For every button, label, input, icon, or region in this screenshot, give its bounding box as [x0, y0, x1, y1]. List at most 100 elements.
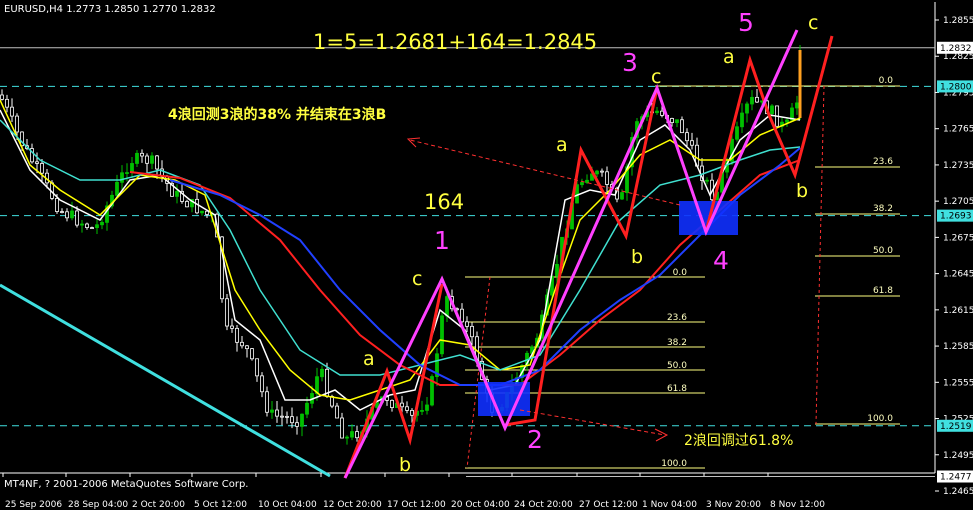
candle-body [155, 155, 159, 170]
time-tick-label: 5 Oct 12:00 [194, 500, 247, 510]
wave3-sub-b-label: b [631, 246, 644, 268]
wave1-sub-b-label: b [399, 454, 412, 476]
wave5-sub-a-label: a [723, 46, 735, 68]
candle-body [240, 341, 244, 347]
candle-body [55, 198, 59, 212]
candle-body [595, 170, 599, 175]
fib-right-label: 38.2 [873, 204, 893, 214]
wave-2-label: 2 [527, 425, 543, 454]
wave5-sub-b-label: b [796, 180, 809, 202]
candle-body [320, 368, 324, 378]
time-tick-label: 8 Nov 12:00 [770, 500, 825, 510]
price-chart[interactable]: 1.28551.28251.27951.27651.27351.27051.26… [0, 0, 973, 510]
candle-body [620, 192, 624, 200]
price-marker-label: 1.2693 [940, 212, 972, 222]
candle-body [10, 106, 14, 117]
candle-body [750, 96, 754, 105]
candle-body [80, 223, 84, 226]
fib-right-label: 50.0 [873, 246, 893, 256]
candle-body [680, 119, 684, 134]
candle-body [305, 402, 309, 415]
time-tick-label: 24 Oct 20:00 [514, 500, 573, 510]
candle-body [75, 210, 79, 226]
price-tick-label: 1.2645 [943, 270, 973, 280]
time-tick-label: 27 Oct 12:00 [579, 500, 638, 510]
candle-body [740, 112, 744, 128]
candle-body [470, 325, 474, 338]
candle-body [270, 409, 274, 413]
candle-body [285, 416, 289, 418]
time-tick-label: 1 Nov 04:00 [642, 500, 697, 510]
time-tick-label: 10 Oct 04:00 [258, 500, 317, 510]
candle-body [670, 118, 674, 123]
time-tick-label: 12 Oct 20:00 [323, 500, 382, 510]
price-tick-label: 1.2705 [943, 197, 973, 207]
time-tick-label: 28 Sep 04:00 [68, 500, 128, 510]
candle-body [405, 406, 409, 411]
time-tick-label: 2 Oct 20:00 [132, 500, 185, 510]
candle-body [585, 179, 589, 183]
candle-body [745, 103, 749, 114]
candle-body [150, 155, 154, 164]
candle-body [140, 152, 144, 157]
wave-1-label: 1 [434, 226, 450, 255]
price-tick-label: 1.2465 [943, 487, 973, 497]
price-tick-label: 1.2615 [943, 306, 973, 316]
wave-3-label: 3 [622, 48, 638, 77]
candle-body [120, 172, 124, 183]
fib-right-label: 0.0 [879, 76, 894, 86]
pips-164-label: 164 [424, 190, 465, 214]
candle-body [205, 210, 209, 215]
candle-body [255, 358, 259, 377]
candle-body [465, 321, 469, 327]
candle-body [660, 110, 664, 116]
candle-body [580, 182, 584, 186]
fib-right-label: 61.8 [873, 286, 893, 296]
candle-body [290, 416, 294, 424]
candle-body [90, 227, 94, 229]
candle-body [230, 325, 234, 329]
price-tick-label: 1.2765 [943, 125, 973, 135]
candle-body [225, 298, 229, 327]
candle-body [770, 105, 774, 115]
price-marker-label: 1.2477 [940, 473, 972, 483]
price-tick-label: 1.2675 [943, 233, 973, 243]
candle-body [100, 221, 104, 226]
candle-body [115, 181, 119, 196]
candle-body [705, 179, 709, 182]
wave-4-label: 4 [713, 246, 729, 275]
time-tick-label: 17 Oct 12:00 [387, 500, 446, 510]
candle-body [265, 391, 269, 413]
candle-body [335, 405, 339, 419]
candle-body [95, 224, 99, 228]
price-tick-label: 1.2555 [943, 378, 973, 388]
candle-body [235, 327, 239, 343]
chart-background [0, 0, 973, 510]
fib-left-label: 61.8 [667, 384, 687, 394]
price-tick-label: 1.2585 [943, 342, 973, 352]
candle-body [40, 163, 44, 174]
price-marker-label: 1.2800 [940, 82, 972, 92]
candle-body [755, 96, 759, 103]
candle-body [15, 115, 19, 133]
candle-body [735, 126, 739, 140]
wave-5-label: 5 [738, 8, 754, 37]
candle-body [785, 119, 789, 123]
candle-body [5, 98, 9, 108]
price-marker-label: 1.2519 [940, 422, 972, 432]
candle-body [445, 296, 449, 317]
time-tick-label: 20 Oct 04:00 [451, 500, 510, 510]
candle-body [690, 140, 694, 146]
candle-body [410, 410, 414, 416]
candle-body [685, 132, 689, 142]
candle-body [600, 170, 604, 173]
price-tick-label: 1.2735 [943, 161, 973, 171]
candle-body [795, 102, 799, 109]
candle-body [340, 417, 344, 439]
candle-body [175, 190, 179, 197]
candle-body [65, 211, 69, 219]
candle-body [245, 345, 249, 350]
last-candle-body [798, 50, 802, 118]
candle-body [655, 110, 659, 114]
candle-body [675, 119, 679, 123]
